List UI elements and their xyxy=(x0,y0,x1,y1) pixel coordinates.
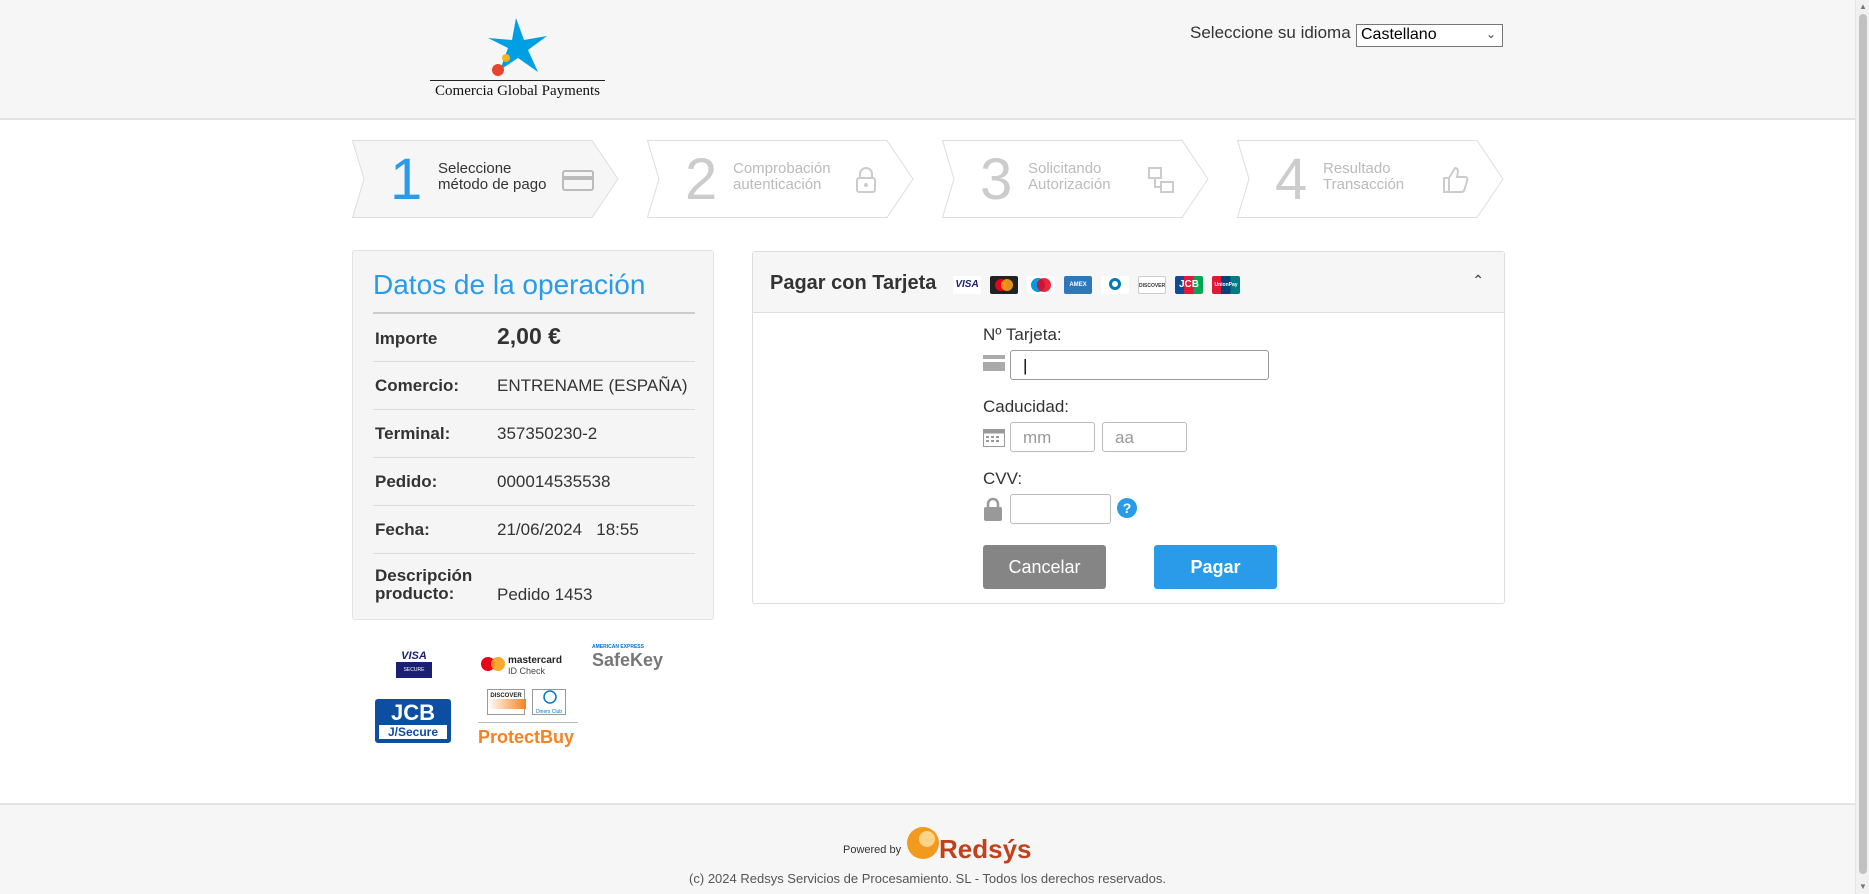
copyright-text: (c) 2024 Redsys Servicios de Procesamien… xyxy=(689,871,1166,886)
step-2: 2 Comprobación autenticación xyxy=(647,140,914,218)
jcb-jsecure-logo: JCB J/Secure xyxy=(375,699,451,743)
powered-by-label: Powered by xyxy=(843,844,902,856)
detail-label: Importe xyxy=(375,329,438,348)
step-number: 1 xyxy=(390,147,423,212)
collapse-chevron-up-icon[interactable]: ⌃ xyxy=(1472,272,1484,289)
lock-icon xyxy=(984,497,1002,521)
thumbs-up-icon xyxy=(1443,166,1469,193)
transfer-icon xyxy=(1148,167,1174,193)
logo-text: Comercia Global Payments xyxy=(430,80,605,100)
help-icon[interactable]: ? xyxy=(1117,498,1137,518)
jcb-card-icon: JCB xyxy=(1175,276,1203,294)
diners-club-logo: Diners Club xyxy=(532,689,566,715)
credit-card-icon xyxy=(562,170,594,191)
detail-row-description: Descripción producto: Pedido 1453 xyxy=(373,554,695,614)
discover-card-icon: DISCOVER xyxy=(1138,276,1166,294)
step-label: Resultado Transacción xyxy=(1323,160,1405,193)
redsys-sun-icon xyxy=(907,827,939,859)
mastercard-card-icon xyxy=(990,276,1018,294)
amex-card-icon: AMEX xyxy=(1064,276,1092,294)
detail-value: 000014535538 xyxy=(497,472,611,491)
detail-row-terminal: Terminal: 357350230-2 xyxy=(373,410,695,458)
detail-row-order: Pedido: 000014535538 xyxy=(373,458,695,506)
scrollbar-thumb[interactable] xyxy=(1859,14,1867,874)
protectbuy-logo: ProtectBuy xyxy=(478,722,578,752)
detail-label: Pedido: xyxy=(375,472,438,491)
step-number: 2 xyxy=(685,147,718,212)
cvv-label: CVV: xyxy=(983,469,1023,488)
expiry-month-input[interactable]: mm xyxy=(1010,422,1095,452)
diners-circle-icon xyxy=(543,690,557,704)
site-footer: Powered by Redsýs (c) 2024 Redsys Servic… xyxy=(0,803,1855,894)
language-selected: Castellano xyxy=(1361,26,1437,43)
expiry-label: Caducidad: xyxy=(983,397,1070,416)
step-number: 3 xyxy=(980,147,1013,212)
detail-value: ENTRENAME (ESPAÑA) xyxy=(497,376,688,395)
step-4: 4 Resultado Transacción xyxy=(1237,140,1504,218)
star-logo-icon xyxy=(488,18,547,76)
detail-value: Pedido 1453 xyxy=(497,585,593,604)
card-number-input[interactable]: | xyxy=(1010,350,1269,380)
visa-card-icon: VISA xyxy=(953,276,981,294)
detail-label: Descripción producto: xyxy=(375,566,473,603)
language-select[interactable]: Castellano ⌄ xyxy=(1356,24,1503,47)
detail-row-date: Fecha: 21/06/2024 18:55 xyxy=(373,506,695,554)
svg-text:?: ? xyxy=(1123,500,1132,516)
payment-page: Comercia Global Payments Seleccione su i… xyxy=(0,0,1855,894)
pay-button[interactable]: Pagar xyxy=(1154,545,1277,589)
detail-label: Fecha: xyxy=(375,520,430,539)
detail-row-amount: Importe 2,00 € xyxy=(373,314,695,362)
unionpay-card-icon: UnionPay xyxy=(1212,276,1240,294)
scroll-up-icon[interactable]: ▲ xyxy=(1856,0,1869,14)
detail-row-merchant: Comercio: ENTRENAME (ESPAÑA) xyxy=(373,362,695,410)
card-payment-title: Pagar con Tarjeta xyxy=(770,272,937,294)
maestro-card-icon xyxy=(1027,276,1055,294)
progress-steps: 1 Seleccione método de pago 2 Comprobació… xyxy=(352,140,1504,218)
step-number: 4 xyxy=(1275,147,1308,212)
expiry-year-input[interactable]: aa xyxy=(1102,422,1187,452)
caixabank-logo: Comercia Global Payments xyxy=(430,14,605,104)
step-label: Solicitando Autorización xyxy=(1028,160,1111,193)
step-label: Seleccione método de pago xyxy=(438,160,547,193)
site-header: Comercia Global Payments Seleccione su i… xyxy=(0,0,1855,120)
diners-card-icon xyxy=(1101,276,1129,294)
detail-label: Terminal: xyxy=(375,424,451,443)
amex-safekey-logo: AMERICAN EXPRESS SafeKey xyxy=(592,644,664,670)
scroll-down-icon[interactable]: ▼ xyxy=(1856,880,1869,894)
detail-value: 357350230-2 xyxy=(497,424,598,443)
mastercard-id-check-logo: mastercard ID Check xyxy=(480,654,570,680)
detail-label: Comercio: xyxy=(375,376,460,395)
card-payment-panel: Pagar con Tarjeta VISA AMEX DISCOVER JCB… xyxy=(752,251,1505,604)
card-number-label: Nº Tarjeta: xyxy=(983,325,1062,344)
credit-card-icon xyxy=(983,355,1005,371)
step-label: Comprobación autenticación xyxy=(733,160,831,193)
detail-value: 21/06/2024 18:55 xyxy=(497,520,639,539)
language-label: Seleccione su idioma xyxy=(1190,23,1351,42)
operation-details-panel: Datos de la operación Importe 2,00 € Com… xyxy=(352,250,714,620)
cvv-input[interactable] xyxy=(1010,494,1111,524)
discover-protectbuy-logo: DISCOVER xyxy=(487,689,526,715)
chevron-down-icon: ⌄ xyxy=(1485,27,1496,41)
visa-secure-logo: VISA SECURE xyxy=(396,650,432,682)
lock-icon xyxy=(856,167,876,193)
amount-value: 2,00 € xyxy=(497,323,561,349)
mastercard-circles-icon xyxy=(481,657,505,671)
vertical-scrollbar[interactable]: ▲ ▼ xyxy=(1855,0,1869,894)
step-1: 1 Seleccione método de pago xyxy=(352,140,619,218)
card-payment-header[interactable]: Pagar con Tarjeta VISA AMEX DISCOVER JCB… xyxy=(753,252,1504,313)
operation-title: Datos de la operación xyxy=(373,269,646,300)
step-3: 3 Solicitando Autorización xyxy=(942,140,1209,218)
calendar-icon xyxy=(983,429,1005,447)
cancel-button[interactable]: Cancelar xyxy=(983,545,1106,589)
